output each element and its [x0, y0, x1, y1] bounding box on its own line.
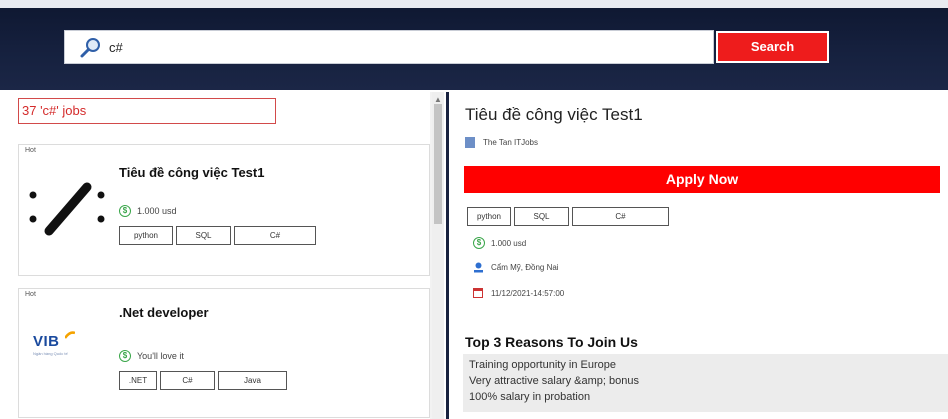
skill-tag[interactable]: SQL	[514, 207, 569, 226]
skill-tag[interactable]: C#	[160, 371, 215, 390]
money-icon: $	[119, 205, 131, 217]
search-button[interactable]: Search	[716, 31, 829, 63]
skill-tag[interactable]: python	[467, 207, 511, 226]
header-bar: c# Search	[0, 0, 948, 90]
calendar-icon	[473, 288, 483, 298]
reasons-heading: Top 3 Reasons To Join Us	[465, 334, 638, 350]
skill-tag[interactable]: C#	[572, 207, 669, 226]
reason-item: Training opportunity in Europe	[469, 359, 616, 371]
detail-company: The Tan ITJobs	[465, 137, 538, 148]
job-salary-text: 1.000 usd	[137, 206, 177, 216]
hot-badge: Hot	[25, 147, 36, 154]
detail-location-text: Cẩm Mỹ, Đồng Nai	[491, 263, 559, 272]
skill-tag[interactable]: SQL	[176, 226, 231, 245]
skill-tag[interactable]: .NET	[119, 371, 157, 390]
scrollbar[interactable]: ▲	[432, 92, 444, 419]
company-logo: VIB Ngân hàng Quốc tế	[29, 331, 99, 373]
location-pin-icon	[474, 262, 483, 273]
job-list-panel: 37 'c#' jobs Hot Tiêu đề công việc Test1…	[8, 92, 444, 419]
skill-tag[interactable]: C#	[234, 226, 316, 245]
search-input[interactable]: c#	[64, 30, 714, 64]
company-logo	[29, 182, 105, 236]
hot-badge: Hot	[25, 291, 36, 298]
company-name[interactable]: The Tan ITJobs	[483, 138, 538, 147]
logo-text: VIB	[33, 333, 60, 350]
reasons-list: Training opportunity in Europe Very attr…	[463, 354, 948, 412]
search-input-value[interactable]: c#	[109, 40, 123, 55]
search-icon	[80, 38, 100, 58]
detail-tags: python SQL C#	[467, 207, 672, 226]
detail-salary: $ 1.000 usd	[473, 237, 526, 249]
money-icon: $	[119, 350, 131, 362]
reason-item: 100% salary in probation	[469, 391, 591, 403]
detail-salary-text: 1.000 usd	[491, 238, 527, 248]
job-tags: .NET C# Java	[119, 371, 290, 390]
money-icon: $	[473, 237, 485, 249]
logo-swoosh	[65, 331, 75, 339]
header-top-strip	[0, 0, 948, 8]
detail-date: 11/12/2021-14:57:00	[473, 288, 564, 298]
reason-item: Very attractive salary &amp; bonus	[469, 375, 639, 387]
skill-tag[interactable]: Java	[218, 371, 287, 390]
detail-location: Cẩm Mỹ, Đồng Nai	[473, 262, 559, 273]
scrollbar-thumb[interactable]	[434, 104, 442, 224]
job-tags: python SQL C#	[119, 226, 319, 245]
job-title[interactable]: Tiêu đề công việc Test1	[119, 165, 264, 180]
job-salary-text: You'll love it	[137, 351, 184, 361]
skill-tag[interactable]: python	[119, 226, 173, 245]
job-salary: $ 1.000 usd	[119, 205, 177, 217]
job-card[interactable]: Hot Tiêu đề công việc Test1 $ 1.000 usd …	[18, 144, 430, 276]
result-count: 37 'c#' jobs	[18, 98, 276, 124]
logo-subtitle: Ngân hàng Quốc tế	[33, 351, 68, 356]
job-title[interactable]: .Net developer	[119, 305, 209, 320]
apply-now-button[interactable]: Apply Now	[464, 166, 940, 193]
detail-title: Tiêu đề công việc Test1	[465, 105, 643, 124]
detail-date-text: 11/12/2021-14:57:00	[491, 288, 565, 298]
job-list-content: 37 'c#' jobs Hot Tiêu đề công việc Test1…	[8, 92, 430, 419]
job-detail-panel: Tiêu đề công việc Test1 The Tan ITJobs A…	[449, 92, 948, 419]
job-salary: $ You'll love it	[119, 350, 184, 362]
job-card[interactable]: Hot VIB Ngân hàng Quốc tế .Net developer…	[18, 288, 430, 418]
building-icon	[465, 137, 475, 148]
scroll-up-arrow-icon[interactable]: ▲	[434, 95, 442, 104]
